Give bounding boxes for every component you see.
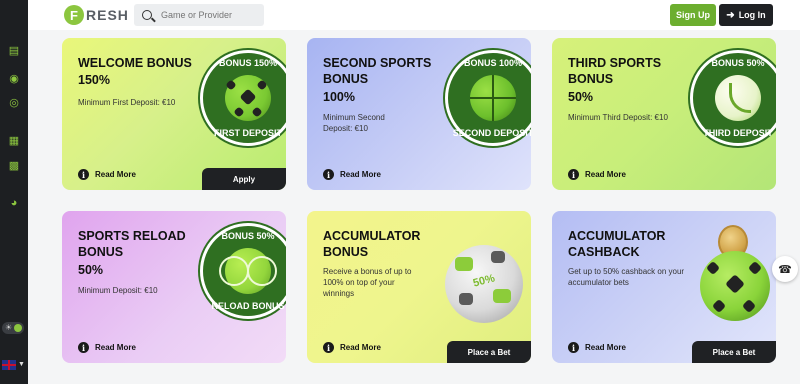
- search-input[interactable]: [161, 10, 261, 20]
- promo-card-third-sports-bonus[interactable]: THIRD SPORTS BONUS 50% Minimum Third Dep…: [552, 38, 776, 190]
- money-bag-icon[interactable]: ◉: [4, 68, 24, 88]
- card-description: Minimum Deposit: €10: [78, 286, 158, 295]
- uk-flag-icon[interactable]: [2, 360, 16, 370]
- chevron-down-icon[interactable]: ▼: [18, 361, 25, 368]
- info-icon: i: [78, 342, 89, 353]
- card-title-line1: ACCUMULATOR: [568, 229, 666, 243]
- info-icon: i: [323, 169, 334, 180]
- badge-bottom-text: SECOND DEPOSIT: [452, 128, 531, 138]
- badge-top-text: BONUS 50%: [221, 231, 275, 241]
- card-title-line2: BONUS: [323, 245, 369, 259]
- card-title-line1: SECOND SPORTS: [323, 56, 432, 70]
- read-more-link[interactable]: i Read More: [568, 169, 626, 180]
- card-title-line1: WELCOME BONUS: [78, 56, 192, 70]
- soccer-ball-icon: [700, 251, 770, 321]
- info-icon: i: [323, 342, 334, 353]
- card-description: Receive a bonus of up to 100% on top of …: [323, 267, 412, 298]
- card-title-line2: BONUS: [323, 72, 369, 86]
- top-header: F RESH Sign Up ➜ Log In: [28, 0, 800, 30]
- cards-icon[interactable]: ▤: [4, 40, 24, 60]
- card-title: ACCUMULATOR CASHBACK: [568, 228, 665, 260]
- read-more-label: Read More: [585, 343, 626, 352]
- basketball-icon: [470, 75, 516, 121]
- card-percent: 50%: [568, 90, 594, 104]
- read-more-label: Read More: [95, 170, 136, 179]
- bonus-badge: BONUS 150% FIRST DEPOSIT: [200, 50, 286, 146]
- theme-toggle[interactable]: ☀: [2, 322, 24, 334]
- accumulator-tag: 50%: [471, 272, 497, 290]
- badge-top-text: BONUS 100%: [463, 58, 523, 68]
- promo-card-second-sports-bonus[interactable]: SECOND SPORTS BONUS 100% Minimum Second …: [307, 38, 531, 190]
- toggle-knob: [14, 324, 22, 332]
- read-more-label: Read More: [95, 343, 136, 352]
- log-in-label: Log In: [738, 10, 766, 20]
- logo-text: RESH: [86, 7, 129, 23]
- card-title: SPORTS RELOAD BONUS: [78, 228, 186, 260]
- logo-badge: F: [64, 5, 84, 25]
- card-description: Minimum First Deposit: €10: [78, 98, 176, 107]
- card-title-line1: ACCUMULATOR: [323, 229, 421, 243]
- badge-top-text: BONUS 50%: [711, 58, 765, 68]
- login-arrow-icon: ➜: [726, 9, 735, 21]
- read-more-label: Read More: [340, 170, 381, 179]
- badge-bottom-text: FIRST DEPOSIT: [213, 128, 282, 138]
- apply-button[interactable]: Apply: [202, 168, 286, 190]
- card-description: Minimum Third Deposit: €10: [568, 113, 668, 122]
- headset-icon[interactable]: ☎: [772, 256, 798, 282]
- promo-card-sports-reload-bonus[interactable]: SPORTS RELOAD BONUS 50% Minimum Deposit:…: [62, 211, 286, 363]
- card-title: SECOND SPORTS BONUS: [323, 55, 431, 87]
- place-a-bet-button[interactable]: Place a Bet: [447, 341, 531, 363]
- card-percent: 50%: [78, 263, 104, 277]
- promo-card-welcome-bonus[interactable]: WELCOME BONUS 150% Minimum First Deposit…: [62, 38, 286, 190]
- card-percent: 150%: [78, 73, 110, 87]
- tennis-ball-icon: [219, 248, 277, 294]
- read-more-link[interactable]: i Read More: [323, 342, 381, 353]
- promo-card-accumulator-bonus[interactable]: ACCUMULATOR BONUS Receive a bonus of up …: [307, 211, 531, 363]
- card-percent: 100%: [323, 90, 355, 104]
- gift-icon[interactable]: ▦: [4, 130, 24, 150]
- card-title-line1: SPORTS RELOAD: [78, 229, 186, 243]
- gauge-icon[interactable]: ◕: [4, 193, 24, 213]
- bonus-badge: BONUS 50% THIRD DEPOSIT: [690, 50, 776, 146]
- card-title-line2: CASHBACK: [568, 245, 640, 259]
- search-icon: [142, 10, 152, 20]
- soccer-ball-icon: [225, 75, 271, 121]
- sidebar: ▤ ◉ ◎ ▦ ▩ ◕ ☀ ▼: [0, 0, 28, 384]
- search-box[interactable]: [134, 4, 264, 26]
- card-title: THIRD SPORTS BONUS: [568, 55, 661, 87]
- sign-up-button[interactable]: Sign Up: [670, 4, 716, 26]
- card-title-line2: BONUS: [78, 245, 124, 259]
- badge-bottom-text: RELOAD BONUS: [211, 301, 285, 311]
- badge-top-text: BONUS 150%: [218, 58, 278, 68]
- bonus-badge: BONUS 50% RELOAD BONUS: [200, 223, 286, 319]
- volleyball-icon: [715, 75, 761, 121]
- card-title: WELCOME BONUS: [78, 55, 192, 71]
- read-more-link[interactable]: i Read More: [78, 169, 136, 180]
- calendar-icon[interactable]: ▩: [4, 155, 24, 175]
- card-title-line1: THIRD SPORTS: [568, 56, 662, 70]
- card-description: Get up to 50% cashback on your accumulat…: [568, 267, 685, 287]
- read-more-label: Read More: [340, 343, 381, 352]
- card-description: Minimum Second Deposit: €10: [323, 113, 385, 133]
- info-icon: i: [568, 169, 579, 180]
- log-in-button[interactable]: ➜ Log In: [719, 4, 773, 26]
- promo-card-accumulator-cashback[interactable]: ACCUMULATOR CASHBACK Get up to 50% cashb…: [552, 211, 776, 363]
- place-a-bet-button[interactable]: Place a Bet: [692, 341, 776, 363]
- read-more-link[interactable]: i Read More: [78, 342, 136, 353]
- read-more-label: Read More: [585, 170, 626, 179]
- badge-bottom-text: THIRD DEPOSIT: [703, 128, 773, 138]
- sun-icon: ☀: [5, 323, 13, 332]
- bonus-badge: BONUS 100% SECOND DEPOSIT: [445, 50, 531, 146]
- card-title: ACCUMULATOR BONUS: [323, 228, 420, 260]
- exploding-ball-art: 50%: [445, 245, 523, 323]
- info-icon: i: [568, 342, 579, 353]
- card-title-line2: BONUS: [568, 72, 614, 86]
- read-more-link[interactable]: i Read More: [568, 342, 626, 353]
- ball-icon[interactable]: ◎: [4, 92, 24, 112]
- info-icon: i: [78, 169, 89, 180]
- read-more-link[interactable]: i Read More: [323, 169, 381, 180]
- logo[interactable]: F RESH: [64, 5, 129, 25]
